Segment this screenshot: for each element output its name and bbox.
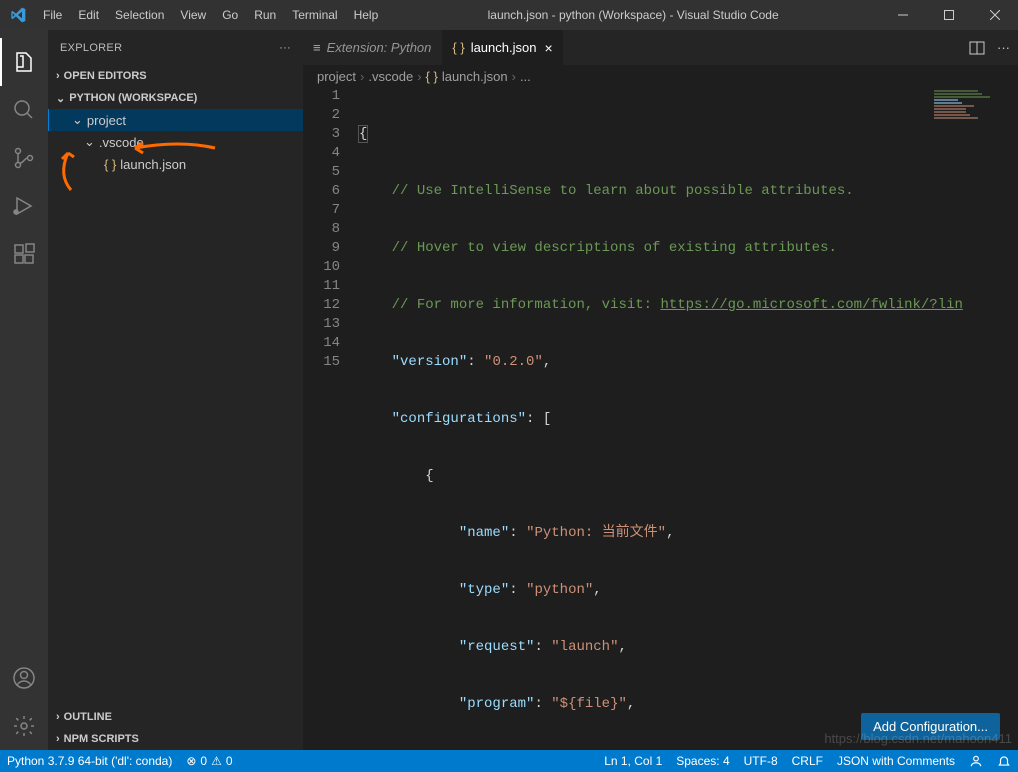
menu-terminal[interactable]: Terminal	[284, 8, 345, 22]
workspace-label: PYTHON (WORKSPACE)	[69, 92, 197, 104]
error-icon: ⊗	[186, 754, 196, 768]
chevron-down-icon: ⌄	[56, 92, 65, 105]
titlebar: File Edit Selection View Go Run Terminal…	[0, 0, 1018, 30]
status-eol[interactable]: CRLF	[785, 750, 830, 772]
status-python-interpreter[interactable]: Python 3.7.9 64-bit ('dl': conda)	[0, 750, 179, 772]
warning-icon: ⚠	[211, 754, 222, 768]
folder-label: project	[87, 113, 126, 128]
tab-launch-json[interactable]: { } launch.json ×	[442, 30, 563, 65]
file-launch-json[interactable]: { } launch.json	[48, 153, 303, 175]
folder-label: .vscode	[99, 135, 144, 150]
run-debug-icon[interactable]	[0, 182, 48, 230]
explorer-title: EXPLORER	[60, 42, 122, 54]
chevron-down-icon: ⌄	[84, 134, 95, 150]
line-gutter: 123456789101112131415	[303, 87, 358, 750]
breadcrumb-project[interactable]: project	[317, 69, 356, 84]
breadcrumb-more[interactable]: ...	[520, 69, 531, 84]
explorer-icon[interactable]	[0, 38, 48, 86]
folder-project[interactable]: ⌄ project	[48, 109, 303, 131]
accounts-icon[interactable]	[0, 654, 48, 702]
chevron-down-icon: ⌄	[72, 112, 83, 128]
status-problems[interactable]: ⊗0 ⚠0	[179, 750, 239, 772]
explorer-header: EXPLORER ···	[48, 30, 303, 65]
explorer-sidebar: EXPLORER ··· › OPEN EDITORS ⌄ PYTHON (WO…	[48, 30, 303, 750]
menubar: File Edit Selection View Go Run Terminal…	[35, 8, 386, 22]
breadcrumb-file[interactable]: launch.json	[442, 69, 508, 84]
tab-label: Extension: Python	[327, 40, 432, 55]
file-label: launch.json	[120, 157, 186, 172]
status-indentation[interactable]: Spaces: 4	[669, 750, 736, 772]
open-editors-section[interactable]: › OPEN EDITORS	[48, 65, 303, 87]
more-icon[interactable]: ···	[279, 42, 291, 54]
minimap[interactable]	[934, 90, 1014, 150]
menu-go[interactable]: Go	[214, 8, 246, 22]
extensions-icon[interactable]	[0, 230, 48, 278]
source-control-icon[interactable]	[0, 134, 48, 182]
chevron-right-icon: ›	[56, 70, 60, 82]
notifications-icon[interactable]	[990, 750, 1018, 772]
editor-area: ≡ Extension: Python { } launch.json × ··…	[303, 30, 1018, 750]
npm-scripts-section[interactable]: › NPM SCRIPTS	[48, 728, 303, 750]
status-cursor-position[interactable]: Ln 1, Col 1	[597, 750, 669, 772]
folder-vscode[interactable]: ⌄ .vscode	[48, 131, 303, 153]
code-content[interactable]: { // Use IntelliSense to learn about pos…	[358, 87, 1018, 750]
menu-file[interactable]: File	[35, 8, 70, 22]
chevron-right-icon: ›	[56, 711, 60, 723]
outline-section[interactable]: › OUTLINE	[48, 706, 303, 728]
code-editor[interactable]: 123456789101112131415 { // Use IntelliSe…	[303, 87, 1018, 750]
maximize-icon[interactable]	[926, 0, 972, 30]
workspace-section[interactable]: ⌄ PYTHON (WORKSPACE)	[48, 87, 303, 109]
outline-label: OUTLINE	[64, 711, 112, 723]
window-title: launch.json - python (Workspace) - Visua…	[386, 8, 880, 22]
menu-view[interactable]: View	[172, 8, 214, 22]
status-language-mode[interactable]: JSON with Comments	[830, 750, 962, 772]
status-encoding[interactable]: UTF-8	[737, 750, 785, 772]
statusbar: Python 3.7.9 64-bit ('dl': conda) ⊗0 ⚠0 …	[0, 750, 1018, 772]
tab-label: launch.json	[471, 40, 537, 55]
json-file-icon: { }	[426, 69, 438, 84]
close-tab-icon[interactable]: ×	[544, 40, 552, 56]
menu-run[interactable]: Run	[246, 8, 284, 22]
close-icon[interactable]	[972, 0, 1018, 30]
json-file-icon: { }	[452, 40, 464, 55]
settings-gear-icon[interactable]	[0, 702, 48, 750]
add-configuration-button[interactable]: Add Configuration...	[861, 713, 1000, 740]
breadcrumb-vscode[interactable]: .vscode	[368, 69, 413, 84]
menu-edit[interactable]: Edit	[70, 8, 107, 22]
minimize-icon[interactable]	[880, 0, 926, 30]
vscode-logo-icon	[0, 7, 35, 23]
extension-icon: ≡	[313, 40, 321, 55]
breadcrumb[interactable]: project› .vscode› { } launch.json› ...	[303, 65, 1018, 87]
more-actions-icon[interactable]: ···	[997, 40, 1010, 55]
open-editors-label: OPEN EDITORS	[64, 70, 147, 82]
npm-scripts-label: NPM SCRIPTS	[64, 733, 139, 745]
menu-help[interactable]: Help	[346, 8, 387, 22]
editor-tabs: ≡ Extension: Python { } launch.json × ··…	[303, 30, 1018, 65]
feedback-icon[interactable]	[962, 750, 990, 772]
menu-selection[interactable]: Selection	[107, 8, 172, 22]
search-icon[interactable]	[0, 86, 48, 134]
tab-extension-python[interactable]: ≡ Extension: Python	[303, 30, 442, 65]
window-controls	[880, 0, 1018, 30]
json-file-icon: { }	[104, 157, 116, 172]
chevron-right-icon: ›	[56, 733, 60, 745]
split-editor-icon[interactable]	[969, 40, 985, 56]
activity-bar	[0, 30, 48, 750]
